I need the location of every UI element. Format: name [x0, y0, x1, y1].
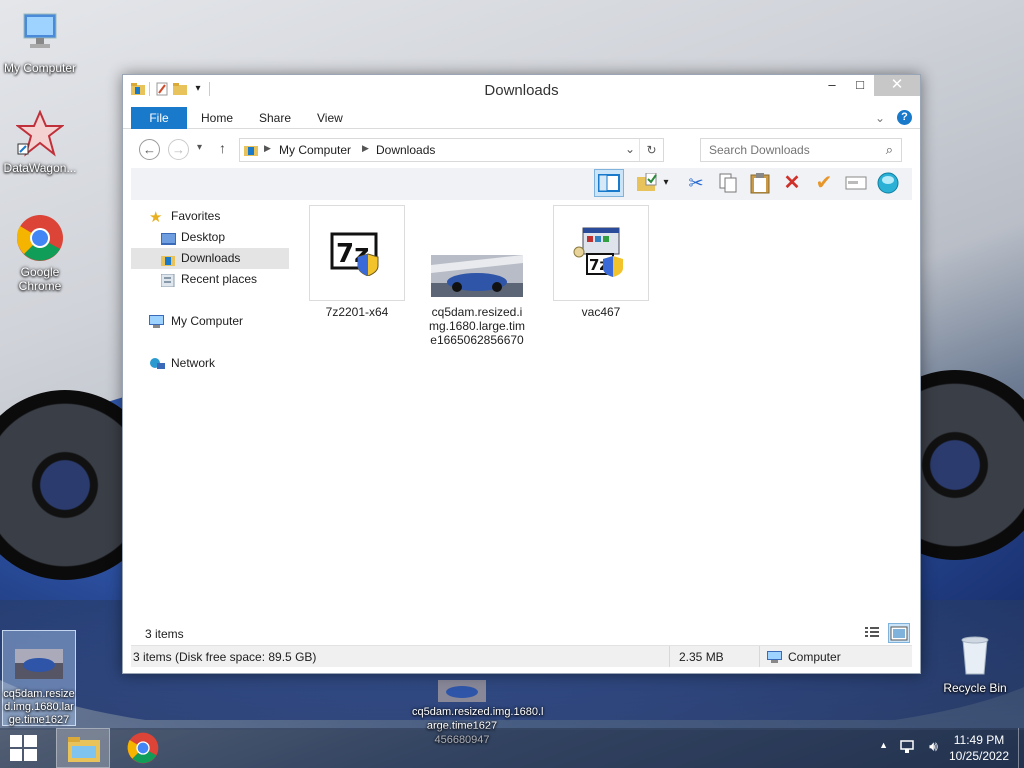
- item-count-row: 3 items: [131, 623, 912, 645]
- view-dropdown-icon[interactable]: ▾: [659, 170, 673, 196]
- recycle-bin-icon: [951, 630, 999, 678]
- network-status-icon[interactable]: [900, 739, 916, 758]
- view-folder-icon[interactable]: [635, 170, 661, 196]
- nav-desktop[interactable]: Desktop: [131, 227, 289, 248]
- computer-small-icon: [767, 651, 783, 667]
- cut-icon[interactable]: ✂: [683, 170, 709, 196]
- chrome-icon: [16, 214, 64, 262]
- breadcrumb-downloads[interactable]: Downloads: [376, 143, 435, 157]
- breadcrumb-separator-icon: ▶: [264, 143, 271, 153]
- refresh-icon[interactable]: ↻: [639, 139, 663, 161]
- nav-downloads[interactable]: Downloads: [131, 248, 289, 269]
- tab-home[interactable]: Home: [201, 107, 233, 129]
- nav-my-computer[interactable]: My Computer: [131, 311, 289, 332]
- address-bar[interactable]: ▶ My Computer ▶ Downloads ⌄ ↻: [239, 138, 664, 162]
- windows-logo-icon: [10, 735, 37, 761]
- expand-ribbon-icon[interactable]: ⌄: [875, 111, 885, 125]
- downloads-folder-icon: [244, 143, 260, 160]
- file-explorer-icon: [68, 737, 100, 762]
- 7zip-installer-icon: 7z: [309, 205, 405, 301]
- preview-pane-icon[interactable]: [594, 169, 624, 197]
- taskbar-chrome[interactable]: [120, 728, 166, 768]
- explorer-window[interactable]: ▾ Downloads – □ ✕ File Home Share View ⌄…: [122, 74, 921, 674]
- breadcrumb-my-computer[interactable]: My Computer: [279, 143, 351, 157]
- computer-icon: [149, 315, 164, 328]
- nav-network[interactable]: Network: [131, 353, 289, 374]
- installer-setup-icon: 7z: [553, 205, 649, 301]
- desktop-icon-cq5dam[interactable]: cq5dam.resized.img.1680.large.time1627: [2, 630, 76, 726]
- status-size: 2.35 MB: [679, 650, 724, 664]
- desktop-icon-datawagon[interactable]: DataWagon...: [0, 109, 80, 175]
- search-input[interactable]: [709, 143, 879, 157]
- file-item-vac467[interactable]: 7z vac467: [551, 205, 651, 319]
- datawagon-icon: [15, 109, 65, 158]
- help-icon[interactable]: ?: [897, 110, 912, 125]
- tab-view[interactable]: View: [317, 107, 343, 129]
- address-dropdown-icon[interactable]: ⌄: [625, 142, 635, 156]
- address-row: ← → ▾ ↑ ▶ My Computer ▶ Downloads ⌄ ↻ ⌕: [123, 129, 920, 169]
- image-thumbnail-icon: [15, 649, 63, 685]
- star-icon: ★: [149, 209, 163, 226]
- taskbar-file-explorer[interactable]: [56, 728, 110, 768]
- chrome-icon: [127, 732, 159, 764]
- close-button[interactable]: ✕: [874, 75, 920, 96]
- navigation-pane: ★ Favorites Desktop Downloads Recent pla…: [131, 203, 291, 623]
- copy-icon[interactable]: [715, 170, 741, 196]
- show-desktop-button[interactable]: [1018, 728, 1024, 768]
- status-bar: 3 items (Disk free space: 89.5 GB) 2.35 …: [131, 645, 912, 667]
- computer-icon: [16, 10, 64, 58]
- forward-button[interactable]: →: [168, 139, 189, 160]
- paste-icon[interactable]: [747, 170, 773, 196]
- tab-file[interactable]: File: [131, 107, 187, 129]
- tab-share[interactable]: Share: [259, 107, 291, 129]
- clock[interactable]: 11:49 PM 10/25/2022: [948, 733, 1010, 763]
- desktop-icon-recycle-bin[interactable]: Recycle Bin: [940, 630, 1010, 695]
- status-summary: 3 items (Disk free space: 89.5 GB): [133, 650, 317, 664]
- file-item-cq5dam[interactable]: cq5dam.resized.img.1680.large.time166506…: [427, 205, 527, 347]
- folder-options-icon[interactable]: [875, 170, 901, 196]
- nav-recent-places[interactable]: Recent places: [131, 269, 289, 290]
- status-location: Computer: [788, 650, 841, 664]
- start-button[interactable]: [0, 728, 46, 768]
- maximize-button[interactable]: □: [846, 75, 874, 96]
- rename-field-icon[interactable]: [843, 170, 869, 196]
- drag-thumbnail-icon: [438, 680, 486, 702]
- search-box[interactable]: ⌕: [700, 138, 902, 162]
- title-bar[interactable]: ▾ Downloads – □ ✕: [123, 75, 920, 107]
- up-button[interactable]: ↑: [219, 140, 226, 156]
- desktop-icon: [161, 231, 176, 245]
- desktop-icon-google-chrome[interactable]: Google Chrome: [0, 214, 80, 293]
- details-view-icon[interactable]: [864, 625, 880, 642]
- recent-locations-icon[interactable]: ▾: [197, 142, 202, 153]
- network-icon: [149, 357, 165, 370]
- nav-favorites[interactable]: ★ Favorites: [131, 206, 289, 227]
- show-hidden-icons[interactable]: ▲: [879, 740, 888, 750]
- rename-check-icon[interactable]: ✔: [811, 170, 837, 196]
- car-image-thumbnail: [429, 205, 525, 301]
- item-count: 3 items: [145, 627, 184, 641]
- taskbar: ▲ 🔊︎ 11:49 PM 10/25/2022: [0, 728, 1024, 768]
- volume-icon[interactable]: 🔊︎: [929, 738, 938, 755]
- delete-icon[interactable]: ✕: [779, 170, 805, 196]
- window-title: Downloads: [484, 82, 559, 99]
- large-icons-view-icon[interactable]: [888, 623, 910, 643]
- back-button[interactable]: ←: [139, 139, 160, 160]
- breadcrumb-separator-icon: ▶: [362, 143, 369, 153]
- recent-places-icon: [160, 273, 175, 288]
- file-list: 7z 7z2201-x64 cq5dam.resized.img.1680.la…: [299, 203, 912, 623]
- downloads-icon: [161, 252, 175, 266]
- minimize-button[interactable]: –: [818, 75, 846, 96]
- desktop-icon-my-computer[interactable]: My Computer: [0, 10, 80, 75]
- ribbon-tabs: File Home Share View ⌄ ?: [123, 107, 920, 129]
- file-item-7z[interactable]: 7z 7z2201-x64: [307, 205, 407, 319]
- search-icon[interactable]: ⌕: [886, 142, 893, 158]
- command-toolbar: ▾ ✂ ✕ ✔: [131, 168, 912, 200]
